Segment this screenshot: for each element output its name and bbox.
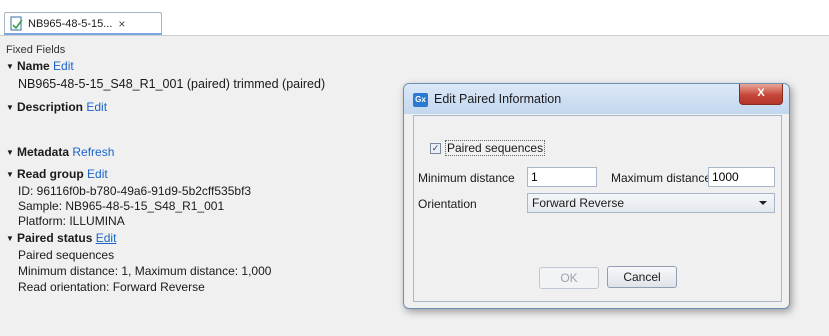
editor-tab-strip: NB965-48-5-15... × [0, 0, 829, 36]
ok-button[interactable]: OK [539, 267, 599, 289]
dialog-close-button[interactable]: X [739, 84, 783, 105]
description-section-header[interactable]: ▼ Description Edit [6, 100, 107, 114]
dialog-titlebar[interactable]: Gx Edit Paired Information X [404, 84, 789, 114]
orientation-selected-value: Forward Reverse [532, 196, 625, 210]
collapse-arrow-icon[interactable]: ▼ [6, 62, 17, 71]
checkbox-checked-icon[interactable]: ✓ [430, 142, 441, 154]
paired-status-line-1: Paired sequences [18, 248, 115, 262]
fixed-fields-heading: Fixed Fields [6, 44, 66, 56]
collapse-arrow-icon[interactable]: ▼ [6, 170, 17, 179]
paired-status-section-header[interactable]: ▼ Paired status Edit [6, 231, 116, 245]
minimum-distance-label: Minimum distance [418, 171, 515, 185]
name-section-header[interactable]: ▼ Name Edit [6, 59, 74, 73]
metadata-section-header[interactable]: ▼ Metadata Refresh [6, 145, 114, 159]
minimum-distance-input[interactable] [527, 167, 597, 187]
dialog-title: Edit Paired Information [434, 92, 562, 106]
close-tab-icon[interactable]: × [118, 17, 125, 31]
tab-title: NB965-48-5-15... [28, 17, 113, 30]
read-group-platform: Platform: ILLUMINA [18, 214, 125, 228]
app-gx-icon: Gx [413, 93, 428, 107]
description-label: Description [17, 100, 84, 114]
read-group-sample: Sample: NB965-48-5-15_S48_R1_001 [18, 199, 225, 213]
orientation-label: Orientation [418, 197, 477, 211]
name-edit-link[interactable]: Edit [53, 59, 74, 73]
orientation-dropdown[interactable]: Forward Reverse [527, 193, 775, 213]
name-label: Name [17, 59, 50, 73]
active-tab-indicator [4, 33, 162, 35]
read-group-section-header[interactable]: ▼ Read group Edit [6, 167, 108, 181]
paired-status-line-3: Read orientation: Forward Reverse [18, 280, 205, 294]
description-edit-link[interactable]: Edit [86, 100, 107, 114]
paired-sequences-option[interactable]: ✓ Paired sequences [430, 140, 546, 156]
maximum-distance-input[interactable] [708, 167, 775, 187]
paired-status-edit-link[interactable]: Edit [96, 231, 117, 245]
paired-status-line-2: Minimum distance: 1, Maximum distance: 1… [18, 264, 272, 278]
sequence-document-icon [10, 16, 23, 31]
collapse-arrow-icon[interactable]: ▼ [6, 234, 17, 243]
metadata-label: Metadata [17, 145, 70, 159]
dropdown-caret-icon [759, 201, 767, 205]
read-group-label: Read group [17, 167, 84, 181]
read-group-edit-link[interactable]: Edit [87, 167, 108, 181]
dialog-content: ✓ Paired sequences Minimum distance Maxi… [413, 115, 782, 302]
read-group-id: ID: 96116f0b-b780-49a6-91d9-5b2cff535bf3 [18, 184, 252, 198]
metadata-refresh-link[interactable]: Refresh [72, 145, 114, 159]
sequence-tab[interactable]: NB965-48-5-15... × [4, 12, 162, 34]
maximum-distance-label: Maximum distance [611, 171, 712, 185]
collapse-arrow-icon[interactable]: ▼ [6, 103, 17, 112]
paired-sequences-label[interactable]: Paired sequences [445, 140, 546, 156]
collapse-arrow-icon[interactable]: ▼ [6, 148, 17, 157]
edit-paired-information-dialog: Gx Edit Paired Information X ✓ Paired se… [403, 83, 790, 309]
name-value: NB965-48-5-15_S48_R1_001 (paired) trimme… [18, 77, 326, 91]
paired-status-label: Paired status [17, 231, 93, 245]
cancel-button[interactable]: Cancel [607, 266, 677, 288]
